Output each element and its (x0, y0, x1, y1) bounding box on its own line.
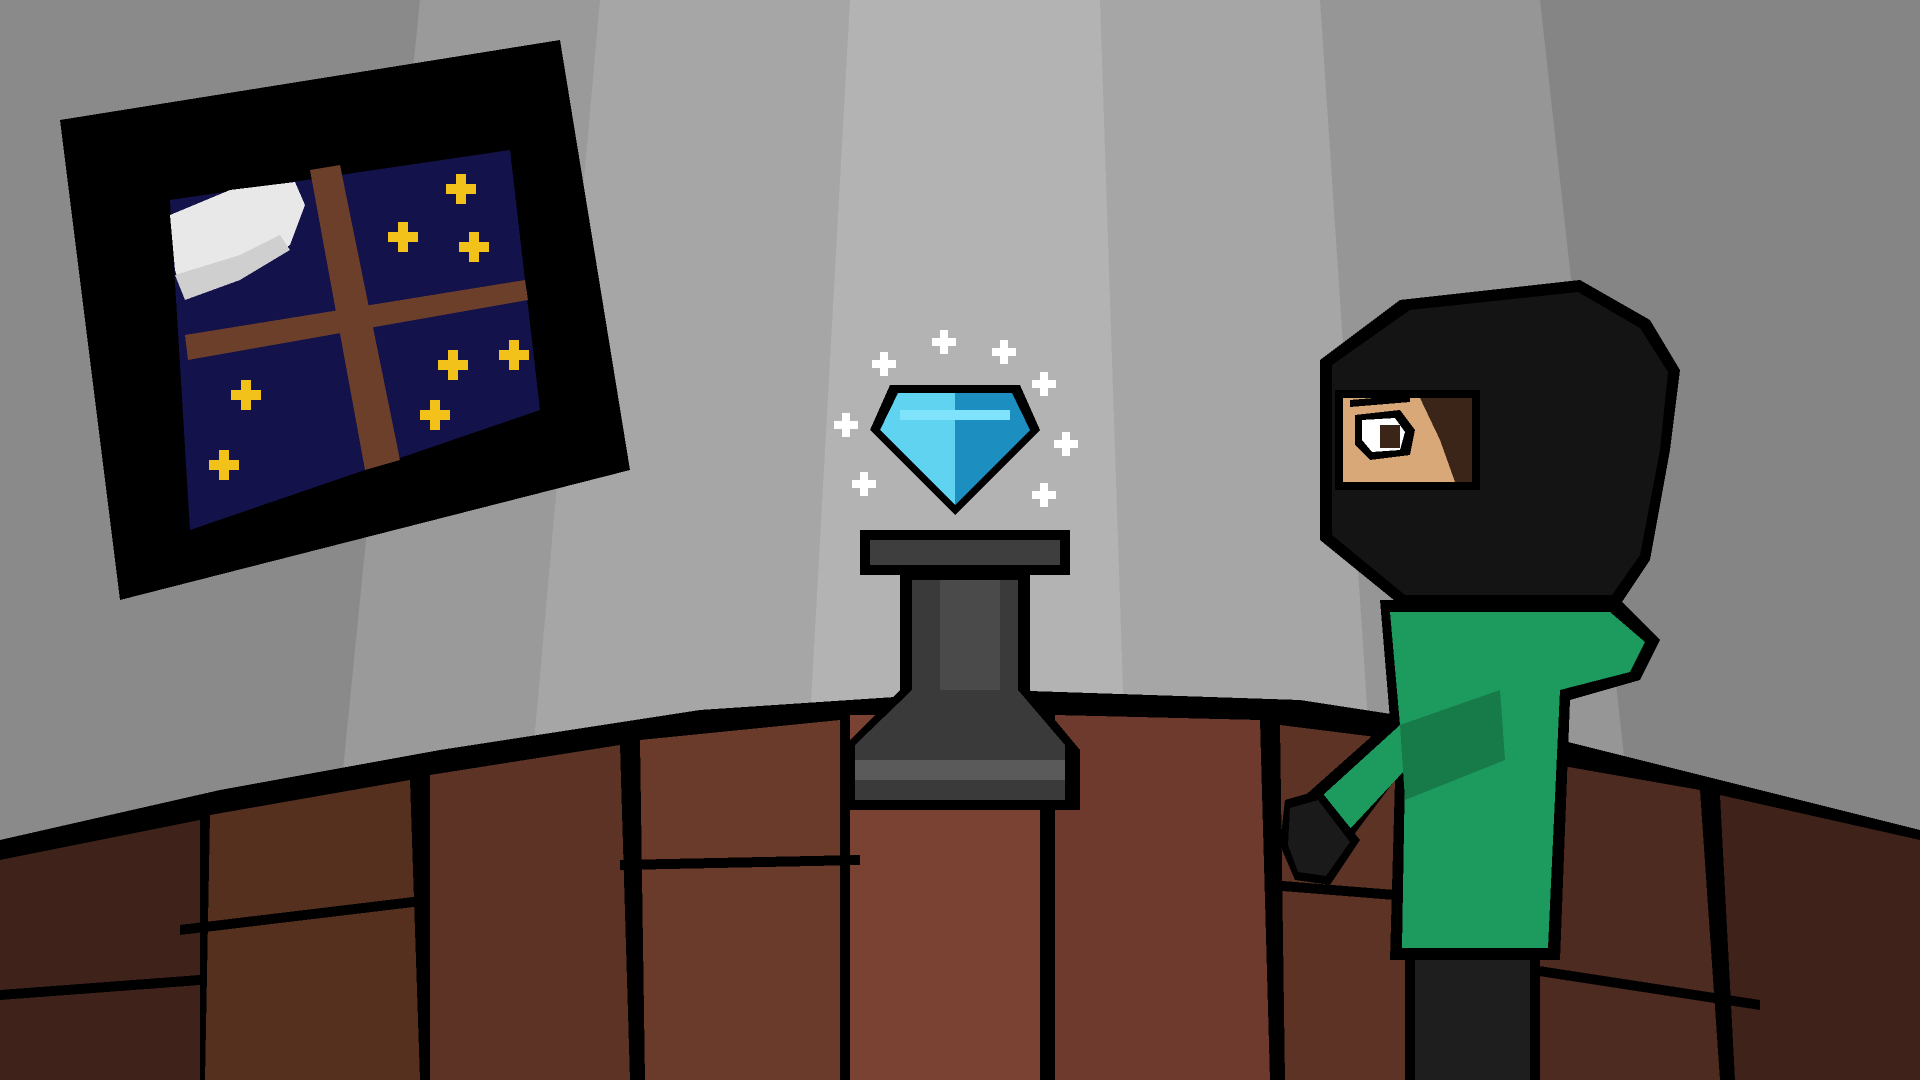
brick (0, 820, 200, 1080)
brick (1720, 795, 1920, 1080)
brick (205, 780, 420, 1080)
brick (1055, 715, 1270, 1080)
pedestal-base-highlight (855, 760, 1065, 780)
pedestal-top (870, 540, 1060, 565)
brick (430, 745, 630, 1080)
brick (640, 720, 840, 1080)
game-scene (0, 0, 1920, 1080)
